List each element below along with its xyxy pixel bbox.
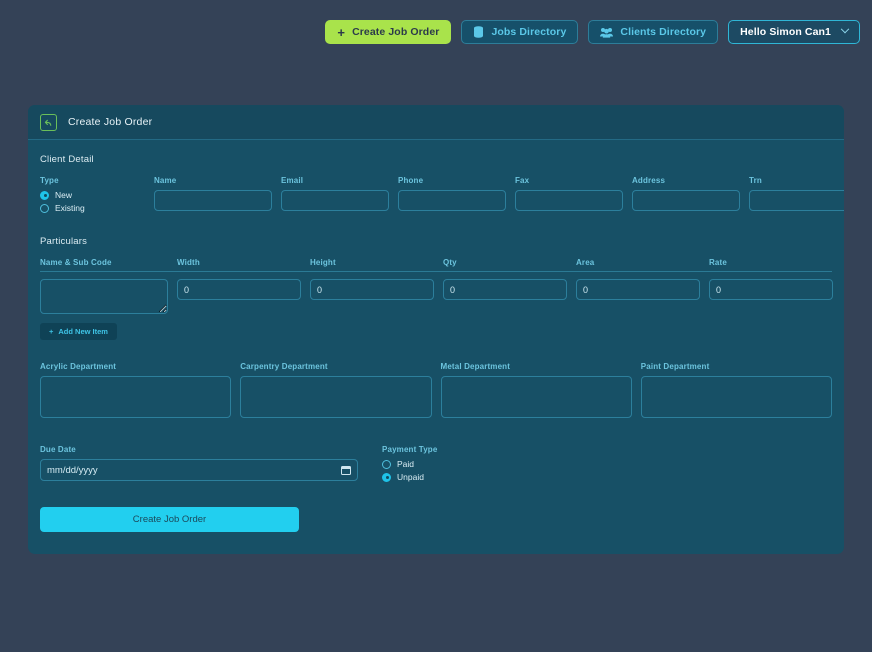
client-fax-group: Fax xyxy=(515,176,623,211)
plus-icon: + xyxy=(49,327,54,336)
particulars-area-input[interactable] xyxy=(576,279,700,300)
client-address-group: Address xyxy=(632,176,740,211)
payment-type-option-unpaid[interactable]: Unpaid xyxy=(382,472,437,482)
particulars-width-input[interactable] xyxy=(177,279,301,300)
particulars-col-height: Height xyxy=(310,258,336,267)
create-job-order-button[interactable]: + Create Job Order xyxy=(325,20,452,44)
clients-directory-button[interactable]: Clients Directory xyxy=(588,20,719,44)
client-email-label: Email xyxy=(281,176,304,185)
particulars-qty-input[interactable] xyxy=(443,279,567,300)
due-date-label: Due Date xyxy=(40,445,76,454)
particulars-col-rate: Rate xyxy=(709,258,727,267)
client-fax-label: Fax xyxy=(515,176,530,185)
add-new-item-label: Add New Item xyxy=(58,327,108,336)
due-date-input[interactable]: mm/dd/yyyy xyxy=(40,459,358,481)
client-name-input[interactable] xyxy=(154,190,272,211)
particulars-section: Particulars Name & Sub Code Width Height… xyxy=(40,236,833,340)
client-name-group: Name xyxy=(154,176,272,211)
metal-department-group: Metal Department xyxy=(440,362,632,423)
trash-icon[interactable] xyxy=(842,282,844,297)
particulars-name-sub-code-input[interactable] xyxy=(40,279,168,314)
create-job-order-card: Create Job Order Client Detail Type New … xyxy=(28,105,844,554)
particulars-col-area: Area xyxy=(576,258,595,267)
back-button[interactable] xyxy=(40,113,57,131)
metal-department-input[interactable] xyxy=(440,376,632,418)
acrylic-department-input[interactable] xyxy=(40,376,232,418)
top-navigation-bar: + Create Job Order Jobs Directory Client… xyxy=(0,0,872,64)
carpentry-department-label: Carpentry Department xyxy=(240,362,328,371)
clients-directory-label: Clients Directory xyxy=(620,26,707,38)
particulars-height-input[interactable] xyxy=(310,279,434,300)
acrylic-department-group: Acrylic Department xyxy=(40,362,232,423)
particulars-col-name: Name & Sub Code xyxy=(40,258,112,267)
payment-type-label: Payment Type xyxy=(382,445,438,454)
due-date-group: Due Date mm/dd/yyyy xyxy=(40,445,358,481)
create-job-order-label: Create Job Order xyxy=(352,26,440,38)
client-phone-input[interactable] xyxy=(398,190,506,211)
chevron-down-icon xyxy=(840,24,850,34)
carpentry-department-input[interactable] xyxy=(240,376,432,418)
due-date-payment-row: Due Date mm/dd/yyyy Payment Type Paid Un… xyxy=(40,445,832,485)
plus-icon: + xyxy=(337,24,346,40)
client-trn-label: Trn xyxy=(749,176,762,185)
paint-department-label: Paint Department xyxy=(640,362,710,371)
add-new-item-button[interactable]: + Add New Item xyxy=(40,323,117,340)
particulars-section-title: Particulars xyxy=(40,236,88,247)
client-type-option-existing[interactable]: Existing xyxy=(40,203,145,213)
client-phone-group: Phone xyxy=(398,176,506,211)
client-type-option-new[interactable]: New xyxy=(40,190,145,200)
client-detail-row: Type New Existing Name Email Phone Fax A… xyxy=(40,176,844,216)
particulars-item-row xyxy=(40,279,833,314)
people-group-icon xyxy=(600,27,614,38)
calendar-icon[interactable] xyxy=(341,465,351,475)
client-type-existing-label: Existing xyxy=(55,203,85,213)
carpentry-department-group: Carpentry Department xyxy=(240,362,432,423)
paint-department-group: Paint Department xyxy=(640,362,832,423)
client-phone-label: Phone xyxy=(398,176,424,185)
paint-department-input[interactable] xyxy=(640,376,832,418)
particulars-col-width: Width xyxy=(177,258,200,267)
payment-type-paid-label: Paid xyxy=(397,459,415,469)
jobs-directory-button[interactable]: Jobs Directory xyxy=(461,20,579,44)
client-trn-input[interactable] xyxy=(749,190,844,211)
radio-unpaid-icon[interactable] xyxy=(382,472,391,482)
client-type-label: Type xyxy=(40,176,59,185)
client-trn-group: Trn xyxy=(749,176,844,211)
client-email-input[interactable] xyxy=(281,190,389,211)
user-menu-label: Hello Simon Can1 xyxy=(740,26,831,38)
card-header: Create Job Order xyxy=(28,105,844,140)
client-type-new-label: New xyxy=(55,190,73,200)
client-address-input[interactable] xyxy=(632,190,740,211)
database-icon xyxy=(473,26,484,38)
radio-existing-icon[interactable] xyxy=(40,203,49,213)
particulars-rate-input[interactable] xyxy=(709,279,833,300)
submit-create-job-order-button[interactable]: Create Job Order xyxy=(40,507,299,532)
payment-type-unpaid-label: Unpaid xyxy=(397,472,424,482)
jobs-directory-label: Jobs Directory xyxy=(491,26,567,38)
client-email-group: Email xyxy=(281,176,389,211)
client-name-label: Name xyxy=(154,176,177,185)
client-address-label: Address xyxy=(632,176,666,185)
client-fax-input[interactable] xyxy=(515,190,623,211)
payment-type-group: Payment Type Paid Unpaid xyxy=(382,445,437,485)
due-date-placeholder: mm/dd/yyyy xyxy=(47,464,98,476)
client-detail-section-title: Client Detail xyxy=(40,154,94,165)
client-type-group: Type New Existing xyxy=(40,176,145,216)
radio-paid-icon[interactable] xyxy=(382,459,391,469)
metal-department-label: Metal Department xyxy=(440,362,511,371)
card-body: Client Detail Type New Existing Name Ema… xyxy=(28,140,844,554)
particulars-col-qty: Qty xyxy=(443,258,457,267)
user-menu-button[interactable]: Hello Simon Can1 xyxy=(728,20,860,44)
departments-section: Acrylic Department Carpentry Department … xyxy=(40,362,832,423)
acrylic-department-label: Acrylic Department xyxy=(40,362,117,371)
particulars-header-row: Name & Sub Code Width Height Qty Area Ra… xyxy=(40,258,832,272)
payment-type-option-paid[interactable]: Paid xyxy=(382,459,437,469)
card-header-title: Create Job Order xyxy=(68,116,153,128)
radio-new-icon[interactable] xyxy=(40,190,49,200)
